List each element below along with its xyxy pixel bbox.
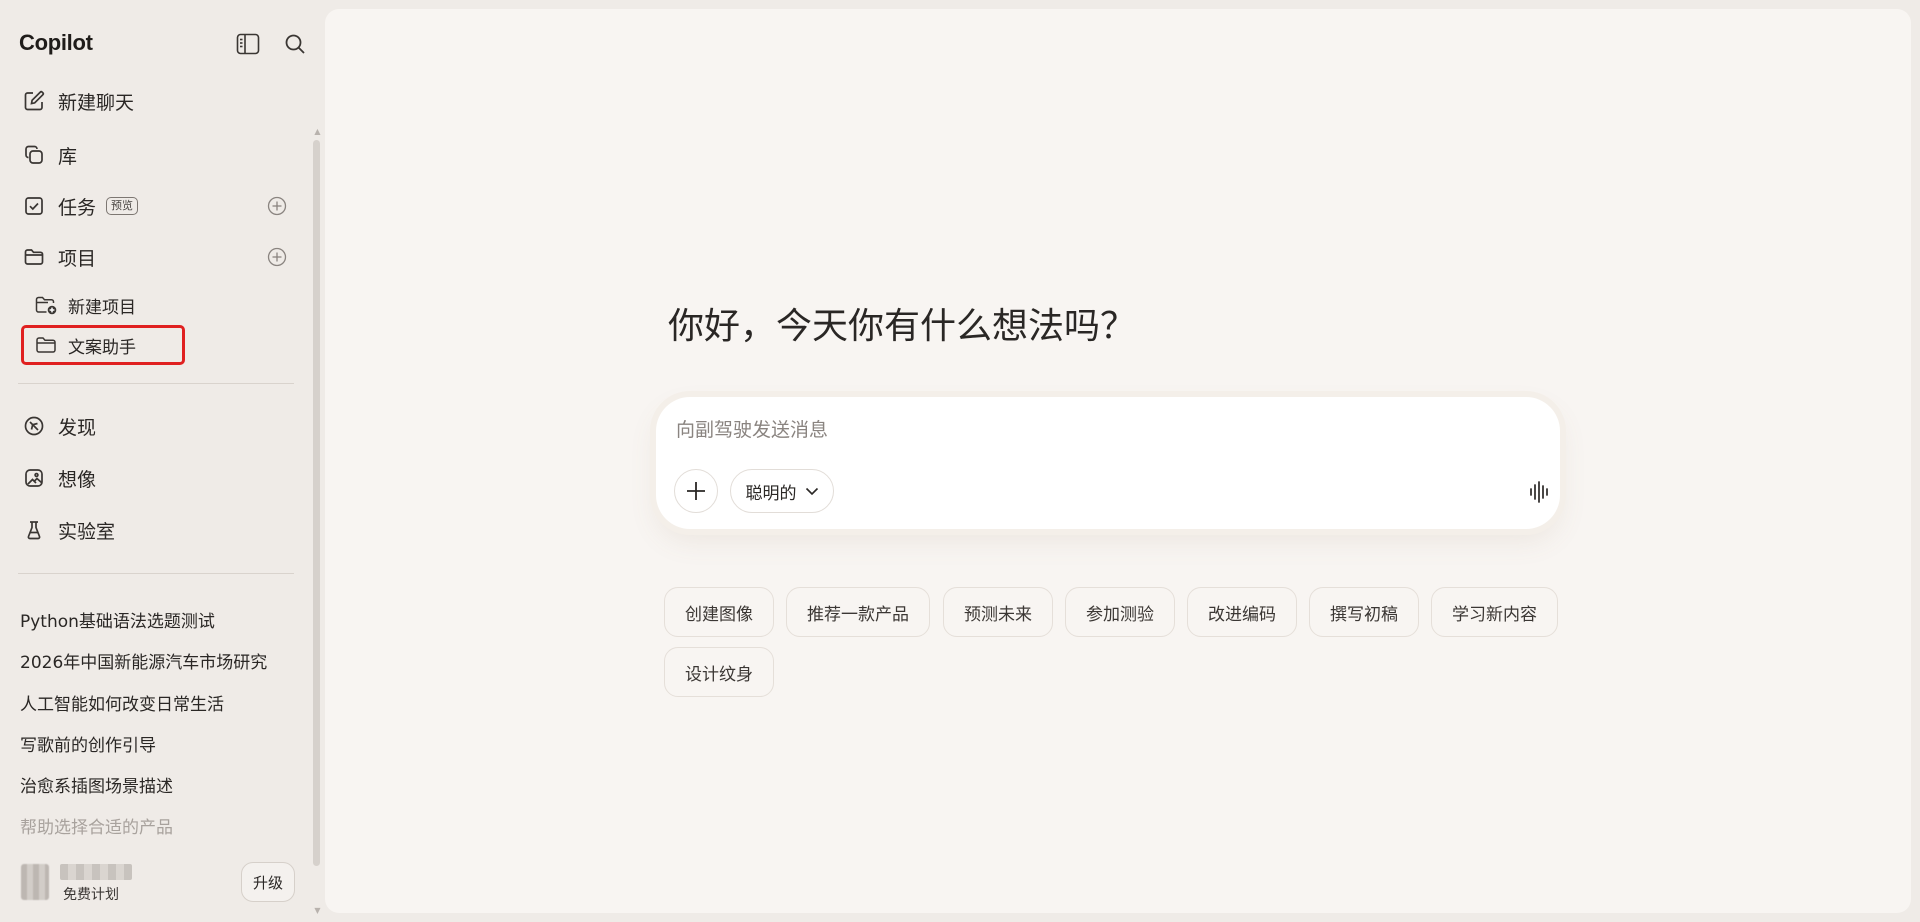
sidebar-item-label: 想像 — [58, 468, 97, 491]
suggestion-chip[interactable]: 创建图像 — [664, 587, 774, 637]
sidebar-scrollbar[interactable] — [313, 140, 320, 866]
greeting-heading: 你好，今天你有什么想法吗？ — [668, 306, 1137, 347]
sidebar-item-label: 新建聊天 — [58, 91, 135, 114]
sidebar-item-imagine[interactable]: 想像 — [14, 458, 296, 498]
history-item[interactable]: 帮助选择合适的产品 — [20, 813, 300, 843]
mode-label: 聪明的 — [745, 483, 797, 504]
message-input[interactable]: 向副驾驶发送消息 — [676, 415, 1276, 442]
copilot-app: Copilot 新建聊天 库 任务 预览 项目 新建项目 文案助手 发现 想像 … — [0, 0, 1920, 922]
task-checkbox-icon — [22, 194, 46, 218]
suggestion-chip[interactable]: 预测未来 — [943, 587, 1053, 637]
sidebar-divider — [18, 383, 294, 384]
chevron-down-icon — [805, 487, 818, 495]
suggestion-chip[interactable]: 撰写初稿 — [1309, 587, 1419, 637]
new-chat-icon — [22, 89, 46, 113]
library-icon — [22, 143, 46, 167]
history-item[interactable]: 写歌前的创作引导 — [20, 731, 300, 761]
history-item[interactable]: 人工智能如何改变日常生活 — [20, 690, 300, 720]
sidebar-divider — [18, 573, 294, 574]
preview-badge: 预览 — [106, 197, 139, 215]
mode-selector[interactable]: 聪明的 — [730, 469, 834, 513]
sidebar: Copilot 新建聊天 库 任务 预览 项目 新建项目 文案助手 发现 想像 … — [0, 0, 324, 922]
history-item[interactable]: 2026年中国新能源汽车市场研究 — [20, 648, 300, 678]
compass-icon — [22, 414, 46, 438]
scroll-up-arrow[interactable]: ▲ — [313, 128, 322, 136]
sidebar-item-label: 任务 — [58, 196, 97, 219]
upgrade-button[interactable]: 升级 — [241, 862, 295, 902]
suggestion-chip[interactable]: 改进编码 — [1187, 587, 1297, 637]
suggestion-chip[interactable]: 推荐一款产品 — [786, 587, 930, 637]
sidebar-item-label: 库 — [58, 145, 78, 168]
avatar[interactable] — [21, 864, 49, 900]
folder-icon — [22, 245, 46, 269]
add-project-button[interactable] — [266, 246, 288, 268]
project-item-label: 新建项目 — [68, 297, 136, 318]
user-name-redacted — [60, 864, 132, 880]
sidebar-item-labs[interactable]: 实验室 — [14, 510, 296, 550]
sidebar-item-projects[interactable]: 项目 — [14, 237, 296, 277]
voice-input-button[interactable] — [1525, 477, 1555, 507]
sidebar-item-label: 项目 — [58, 247, 97, 270]
search-icon[interactable] — [281, 30, 309, 58]
sidebar-item-discover[interactable]: 发现 — [14, 406, 296, 446]
history-item[interactable]: 治愈系插图场景描述 — [20, 772, 300, 802]
project-item-label: 文案助手 — [68, 337, 136, 358]
suggestion-chip[interactable]: 设计纹身 — [664, 647, 774, 697]
image-icon — [22, 466, 46, 490]
suggestion-chip[interactable]: 参加测验 — [1065, 587, 1175, 637]
main-panel: 你好，今天你有什么想法吗？ 向副驾驶发送消息 聪明的 创建图像 推荐一款产品 预… — [325, 9, 1911, 913]
add-task-button[interactable] — [266, 195, 288, 217]
voice-waveform-icon — [1530, 481, 1548, 503]
project-item-new-project[interactable]: 新建项目 — [24, 288, 182, 322]
sidebar-item-label: 发现 — [58, 416, 97, 439]
new-folder-icon — [34, 293, 58, 317]
scroll-down-arrow[interactable]: ▼ — [313, 907, 322, 915]
sidebar-item-new-chat[interactable]: 新建聊天 — [14, 81, 296, 121]
toggle-sidebar-icon[interactable] — [234, 30, 262, 58]
sidebar-item-label: 实验室 — [58, 520, 116, 543]
history-item[interactable]: Python基础语法选题测试 — [20, 607, 300, 637]
plus-icon — [687, 482, 705, 500]
add-attachment-button[interactable] — [674, 469, 718, 513]
user-plan: 免费计划 — [63, 887, 119, 903]
suggestion-chip[interactable]: 学习新内容 — [1431, 587, 1558, 637]
sidebar-item-library[interactable]: 库 — [14, 135, 296, 175]
app-logo: Copilot — [19, 30, 93, 55]
folder-icon — [34, 333, 58, 357]
project-item-copywriting-assistant[interactable]: 文案助手 — [21, 325, 185, 365]
sidebar-item-tasks[interactable]: 任务 预览 — [14, 186, 296, 226]
flask-icon — [22, 518, 46, 542]
